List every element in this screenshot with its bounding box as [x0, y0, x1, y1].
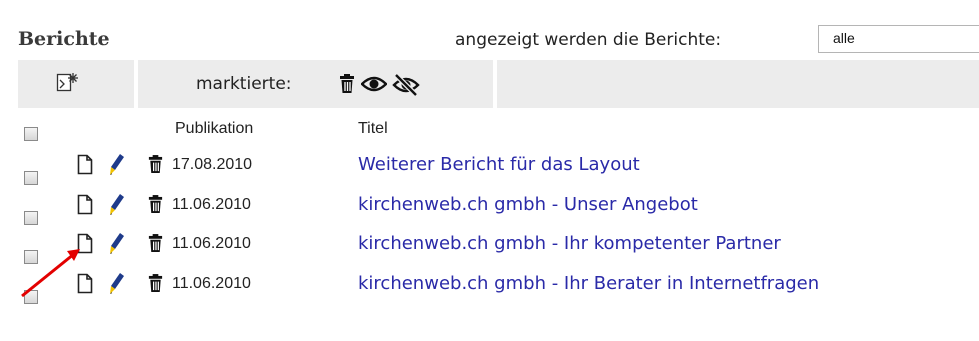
publication-date: 11.06.2010	[172, 196, 251, 213]
toolbar-filler-cell	[497, 60, 979, 108]
publication-date: 11.06.2010	[172, 235, 251, 252]
filter-label: angezeigt werden die Berichte:	[455, 30, 722, 50]
report-title-link[interactable]: kirchenweb.ch gmbh - Ihr Berater in Inte…	[358, 273, 819, 294]
filter-select[interactable]: alle	[818, 25, 979, 53]
column-header-publication[interactable]: Publikation	[175, 120, 253, 138]
hide-icon[interactable]	[392, 74, 420, 96]
toolbar-select-cell	[18, 60, 134, 108]
row-checkbox[interactable]	[24, 211, 38, 225]
delete-icon[interactable]	[147, 274, 164, 293]
row-checkbox[interactable]	[24, 290, 38, 304]
edit-pencil-icon[interactable]	[107, 153, 125, 177]
document-icon[interactable]	[77, 233, 93, 254]
edit-pencil-icon[interactable]	[107, 193, 125, 217]
table-row: 11.06.2010 kirchenweb.ch gmbh - Unser Ang…	[0, 192, 979, 226]
report-title-link[interactable]: kirchenweb.ch gmbh - Ihr kompetenter Par…	[358, 233, 781, 254]
report-title-link[interactable]: Weiterer Bericht für das Layout	[358, 154, 640, 175]
bulk-action-toolbar: marktierte:	[18, 60, 979, 108]
delete-icon[interactable]	[147, 234, 164, 253]
delete-icon[interactable]	[147, 155, 164, 174]
select-all-icon[interactable]	[56, 72, 78, 94]
publication-date: 17.08.2010	[172, 156, 253, 173]
document-icon[interactable]	[77, 273, 93, 294]
table-row: 11.06.2010 kirchenweb.ch gmbh - Ihr kompe…	[0, 231, 979, 265]
show-icon[interactable]	[361, 74, 387, 94]
table-row: 17.08.2010 Weiterer Bericht für das Layou…	[0, 152, 979, 186]
document-icon[interactable]	[77, 194, 93, 215]
report-title-link[interactable]: kirchenweb.ch gmbh - Unser Angebot	[358, 194, 698, 215]
column-header-title[interactable]: Titel	[358, 120, 388, 138]
table-row: 11.06.2010 kirchenweb.ch gmbh - Ihr Berat…	[0, 271, 979, 305]
edit-pencil-icon[interactable]	[107, 232, 125, 256]
delete-icon[interactable]	[147, 195, 164, 214]
row-checkbox[interactable]	[24, 250, 38, 264]
toolbar-actions-cell: marktierte:	[138, 60, 493, 108]
row-checkbox[interactable]	[24, 171, 38, 185]
delete-icon[interactable]	[338, 74, 356, 94]
panel-title: Berichte	[18, 28, 110, 50]
marked-label: marktierte:	[196, 74, 292, 94]
document-icon[interactable]	[77, 154, 93, 175]
select-all-checkbox[interactable]	[24, 127, 38, 141]
publication-date: 11.06.2010	[172, 275, 251, 292]
edit-pencil-icon[interactable]	[107, 272, 125, 296]
